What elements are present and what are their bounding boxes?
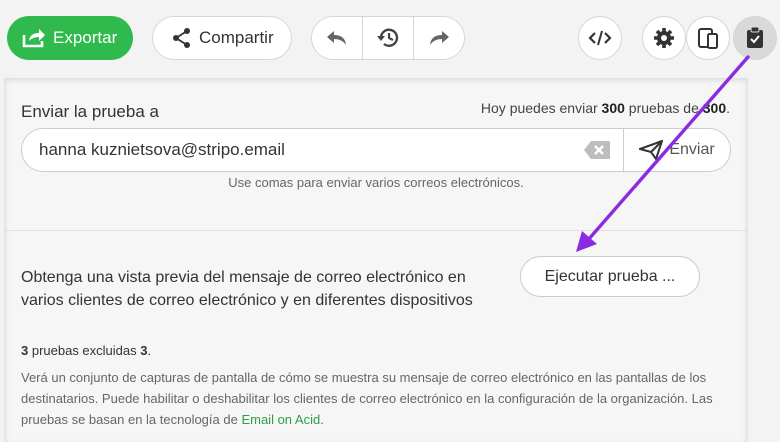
run-test-button[interactable]: Ejecutar prueba ...	[520, 256, 700, 297]
send-icon	[639, 140, 664, 160]
send-test-button[interactable]: Enviar	[623, 129, 730, 171]
limit-total: 300	[702, 100, 727, 116]
limit-middle: pruebas de	[624, 100, 703, 116]
clipboard-check-icon	[747, 26, 763, 48]
email-input[interactable]: hanna kuznietsova@stripo.email	[22, 140, 583, 160]
test-button[interactable]	[733, 16, 777, 60]
export-icon	[22, 29, 45, 48]
description-end: .	[320, 412, 324, 427]
undo-button[interactable]	[312, 17, 362, 59]
send-button-label: Enviar	[669, 141, 715, 158]
clear-input-icon[interactable]	[583, 140, 611, 160]
devices-icon	[698, 28, 718, 49]
history-controls	[311, 16, 465, 60]
redo-icon	[430, 31, 449, 45]
code-editor-button[interactable]	[578, 16, 622, 60]
excluded-suffix: .	[147, 343, 152, 358]
limit-count: 300	[601, 100, 625, 116]
limit-suffix: .	[726, 100, 730, 116]
undo-icon	[327, 31, 346, 45]
gear-icon	[654, 28, 674, 48]
send-limit-text: Hoy puedes enviar 300 pruebas de 300.	[481, 100, 730, 116]
test-description: Verá un conjunto de capturas de pantalla…	[21, 367, 721, 430]
export-button[interactable]: Exportar	[7, 16, 133, 60]
share-label: Compartir	[199, 28, 274, 47]
preview-title: Obtenga una vista previa del mensaje de …	[21, 269, 473, 309]
export-label: Exportar	[53, 28, 118, 47]
excluded-tests-text: 3 pruebas excluidas 3.	[21, 343, 151, 358]
settings-button[interactable]	[642, 16, 686, 60]
comma-hint: Use comas para enviar varios correos ele…	[228, 175, 524, 190]
limit-prefix: Hoy puedes enviar	[480, 100, 602, 116]
share-icon	[173, 28, 190, 48]
section-divider	[5, 230, 747, 231]
email-on-acid-link[interactable]: Email on Acid	[241, 412, 320, 427]
description-text: Verá un conjunto de capturas de pantalla…	[21, 370, 713, 427]
history-icon	[377, 28, 399, 47]
send-test-label: Enviar la prueba a	[21, 102, 159, 121]
test-email-panel: Enviar la prueba a Hoy puedes enviar 300…	[4, 78, 748, 442]
email-recipients-field[interactable]: hanna kuznietsova@stripo.email Enviar	[21, 128, 731, 172]
share-button[interactable]: Compartir	[152, 16, 292, 60]
device-preview-button[interactable]	[686, 16, 730, 60]
top-toolbar: Exportar Compartir	[0, 0, 780, 78]
redo-button[interactable]	[413, 17, 464, 59]
excluded-middle: pruebas excluidas	[28, 343, 141, 358]
code-icon	[588, 30, 612, 46]
history-button[interactable]	[362, 17, 413, 59]
